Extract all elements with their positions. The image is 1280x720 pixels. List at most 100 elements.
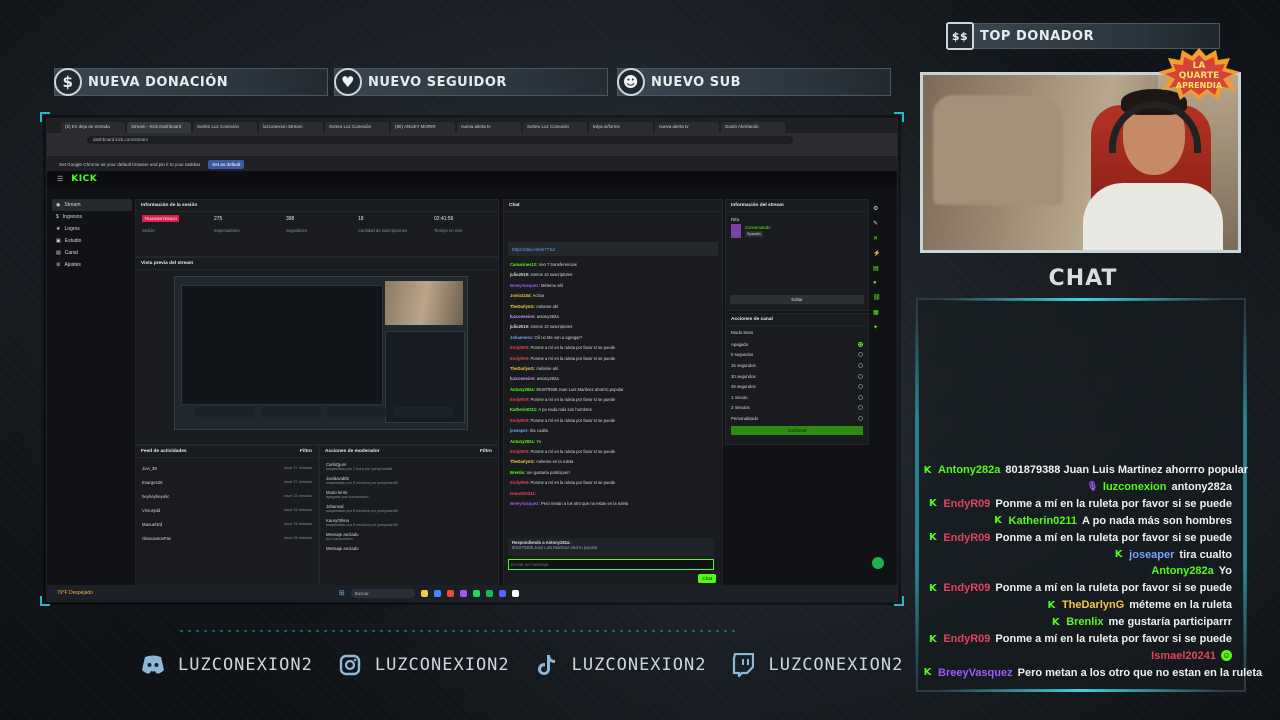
- radio-button[interactable]: [858, 362, 863, 368]
- chat-message: Antony282a: 801879388 Juan Luis Martínez…: [504, 385, 722, 395]
- menu-icon[interactable]: ☰: [57, 175, 63, 183]
- chat-username[interactable]: Antony282a:: [510, 439, 535, 444]
- chat-username[interactable]: Johannesx:: [510, 335, 533, 340]
- radio-button[interactable]: [858, 341, 863, 347]
- browser-tab[interactable]: Sorteo Luz Conexión: [523, 122, 587, 133]
- slow-mode-option[interactable]: Apagado: [726, 339, 868, 350]
- sidebar-item-logros[interactable]: ★ Logros: [52, 223, 132, 235]
- radio-button[interactable]: [858, 415, 863, 421]
- reply-preview: Respondiendo a Antony282a: 801879388 Jua…: [508, 538, 714, 556]
- radio-button[interactable]: [858, 405, 863, 411]
- radio-button[interactable]: [858, 394, 863, 400]
- whatsapp-icon[interactable]: [472, 589, 480, 597]
- edit-icon[interactable]: ✎: [873, 220, 885, 227]
- tool-icon[interactable]: ✦: [873, 324, 885, 331]
- chat-username[interactable]: EndyR09:: [510, 345, 529, 350]
- browser-tab[interactable]: Sorteo Luz Conexión: [193, 122, 257, 133]
- chat-message: TheDarlynG: métame ahí: [504, 364, 722, 374]
- chat-username[interactable]: EndyR09:: [510, 356, 529, 361]
- mod-item: Mensaje anclado: [320, 546, 498, 560]
- link-icon[interactable]: ⛓: [873, 294, 885, 301]
- chat-username[interactable]: TheDarlynG:: [510, 304, 535, 309]
- kick-header: ☰ KICK: [47, 171, 897, 187]
- chat-username[interactable]: BreeyVasquez:: [510, 283, 540, 288]
- slow-mode-option[interactable]: 15 segundos: [726, 360, 868, 371]
- spotify-icon[interactable]: [485, 589, 493, 597]
- grid-icon[interactable]: ▦: [873, 309, 885, 316]
- weather-widget[interactable]: 79°F Despejado: [57, 590, 93, 596]
- filter-button[interactable]: Filtro: [480, 449, 492, 454]
- browser-tab[interactable]: Gustó Abrirlando: [721, 122, 785, 133]
- sidebar-item-stream[interactable]: ◉ Stream: [52, 199, 132, 211]
- radio-button[interactable]: [858, 384, 863, 390]
- obs-icon[interactable]: [511, 589, 519, 597]
- chat-username[interactable]: Katherin0211:: [510, 407, 537, 412]
- slow-mode-option[interactable]: 1 minuto: [726, 392, 868, 403]
- chat-username[interactable]: joseaper:: [510, 428, 529, 433]
- pinned-link[interactable]: https://taly.esh/e77SZ: [512, 247, 555, 252]
- sidebar-item-ingresos[interactable]: $ Ingresos: [52, 211, 132, 223]
- browser-tab[interactable]: (80) ANUEY MORIR: [391, 122, 455, 133]
- browser-tab[interactable]: Stream - Kick Dashboard: [127, 122, 191, 133]
- chat-username[interactable]: Ismael20241:: [510, 491, 536, 496]
- chat-username[interactable]: EndyR09:: [510, 397, 529, 402]
- pinned-message[interactable]: https://taly.esh/e77SZ: [508, 242, 718, 256]
- browser-tab[interactable]: nueva alerta tv: [655, 122, 719, 133]
- address-bar[interactable]: dashboard.kick.com/stream: [87, 135, 793, 144]
- radio-button[interactable]: [858, 352, 863, 358]
- close-icon[interactable]: ✕: [873, 235, 885, 242]
- chat-username[interactable]: TheDarlynG:: [510, 459, 535, 464]
- channel-icon: ▤: [56, 250, 61, 256]
- chat-input[interactable]: [508, 559, 714, 570]
- chat-username[interactable]: luzconexion:: [510, 314, 536, 319]
- trophy-icon: ★: [56, 226, 61, 232]
- browser-tab[interactable]: luzconexion Stream: [259, 122, 323, 133]
- slow-mode-option[interactable]: 30 segundos: [726, 371, 868, 382]
- browser-tab[interactable]: talya.io/forms: [589, 122, 653, 133]
- chat-username[interactable]: Brenlix:: [510, 470, 526, 475]
- sidebar-item-canal[interactable]: ▤ Canal: [52, 247, 132, 259]
- confirm-button[interactable]: Confirmar: [731, 425, 863, 435]
- set-default-button[interactable]: Set as default: [208, 159, 245, 169]
- discord-icon[interactable]: [498, 589, 506, 597]
- edge-icon[interactable]: [433, 589, 441, 597]
- overlay-username: luzconexion: [1102, 480, 1167, 493]
- chat-username[interactable]: EndyR09:: [510, 480, 529, 485]
- browser-tab[interactable]: (5) En deja de entrada: [61, 122, 125, 133]
- slow-mode-option[interactable]: Personalizado: [726, 413, 868, 424]
- radio-button[interactable]: [858, 373, 863, 379]
- chat-username[interactable]: luzconexion:: [510, 376, 536, 381]
- chat-username[interactable]: BreeyVasquez:: [510, 501, 540, 506]
- edit-button[interactable]: Editar: [730, 295, 864, 304]
- kick-logo[interactable]: KICK: [71, 174, 97, 184]
- chat-username[interactable]: Camarines12:: [510, 262, 537, 267]
- note-icon[interactable]: ▤: [873, 265, 885, 272]
- app-icon[interactable]: [459, 589, 467, 597]
- taskbar-search[interactable]: Buscar: [350, 588, 415, 598]
- bolt-icon[interactable]: ⚡: [873, 250, 885, 257]
- chat-username[interactable]: Jovio2104:: [510, 293, 532, 298]
- slow-mode-option[interactable]: 2 minutos: [726, 403, 868, 414]
- slow-mode-option[interactable]: 45 segundos: [726, 381, 868, 392]
- chat-username[interactable]: Antony282a:: [510, 387, 535, 392]
- sidebar-item-estudio[interactable]: ▣ Estudio: [52, 235, 132, 247]
- browser-tab[interactable]: nueva alerta tv: [457, 122, 521, 133]
- chrome-icon[interactable]: [446, 589, 454, 597]
- chat-username[interactable]: EndyR09:: [510, 449, 529, 454]
- support-bubble-icon[interactable]: [872, 557, 884, 569]
- browser-tab[interactable]: Sorteo Luz Conexión: [325, 122, 389, 133]
- filter-button[interactable]: Filtro: [300, 449, 312, 454]
- settings-icon[interactable]: ⚙: [873, 205, 885, 212]
- chat-username[interactable]: julio2019:: [510, 272, 529, 277]
- slow-mode-option[interactable]: 5 segundos: [726, 350, 868, 361]
- chat-username[interactable]: julio2019:: [510, 324, 529, 329]
- chat-username[interactable]: EndyR09:: [510, 418, 529, 423]
- chat-send-button[interactable]: Chat: [698, 574, 716, 583]
- sidebar-item-ajustes[interactable]: ⚙ Ajustes: [52, 259, 132, 271]
- chat-glow-top: [938, 298, 1224, 301]
- windows-start-icon[interactable]: ⊞: [339, 589, 345, 597]
- chat-icon[interactable]: ●: [873, 280, 885, 286]
- chat-username[interactable]: TheDarlynG:: [510, 366, 535, 371]
- file-explorer-icon[interactable]: [420, 589, 428, 597]
- stream-preview-video[interactable]: [174, 276, 468, 430]
